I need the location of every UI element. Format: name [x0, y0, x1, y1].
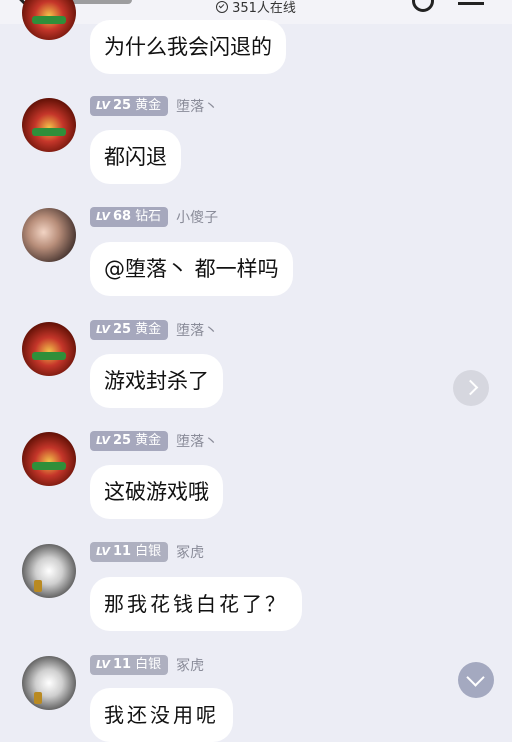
message-meta: LV 25 黄金 堕落丶	[90, 320, 218, 340]
level-badge: LV 25 黄金	[90, 320, 169, 340]
message-bubble[interactable]: 我还没用呢	[90, 688, 233, 742]
online-count: 351人在线	[0, 0, 512, 18]
message-meta: LV 25 黄金 堕落丶	[90, 431, 218, 451]
user-avatar[interactable]	[22, 98, 76, 152]
message-bubble[interactable]: 这破游戏哦	[90, 465, 223, 519]
level-badge: LV 25 黄金	[90, 96, 169, 116]
nickname[interactable]: 堕落丶	[176, 320, 218, 340]
nickname[interactable]: 堕落丶	[176, 96, 218, 116]
user-avatar[interactable]	[22, 544, 76, 598]
level-badge: LV 25 黄金	[90, 431, 169, 451]
level-badge: LV 11 白银	[90, 655, 169, 675]
message-bubble[interactable]: @堕落丶 都一样吗	[90, 242, 293, 296]
message-bubble[interactable]: 都闪退	[90, 130, 181, 184]
nickname[interactable]: 冢虎	[176, 542, 204, 562]
nickname[interactable]: 小傻子	[176, 207, 218, 227]
online-icon	[216, 1, 229, 13]
user-avatar[interactable]	[22, 208, 76, 262]
nickname[interactable]: 冢虎	[176, 655, 204, 675]
nickname[interactable]: 堕落丶	[176, 431, 218, 451]
next-arrow-button[interactable]	[453, 370, 489, 406]
level-badge: LV 68 钻石	[90, 207, 169, 227]
message-bubble[interactable]: 那我花钱白花了？	[90, 577, 302, 631]
user-avatar[interactable]	[22, 656, 76, 710]
message-meta: LV 25 黄金 堕落丶	[90, 96, 218, 116]
message-bubble[interactable]: 游戏封杀了	[90, 354, 223, 408]
menu-icon[interactable]	[458, 2, 484, 5]
online-count-text: 351人在线	[232, 1, 296, 16]
message-meta: LV 11 白银 冢虎	[90, 655, 204, 675]
user-avatar[interactable]	[22, 0, 76, 40]
message-bubble[interactable]: 为什么我会闪退的	[90, 20, 286, 74]
scroll-down-button[interactable]	[458, 662, 494, 698]
message-meta: LV 11 白银 冢虎	[90, 542, 204, 562]
message-meta: LV 68 钻石 小傻子	[90, 207, 218, 227]
level-badge: LV 11 白银	[90, 542, 169, 562]
user-avatar[interactable]	[22, 432, 76, 486]
user-avatar[interactable]	[22, 322, 76, 376]
